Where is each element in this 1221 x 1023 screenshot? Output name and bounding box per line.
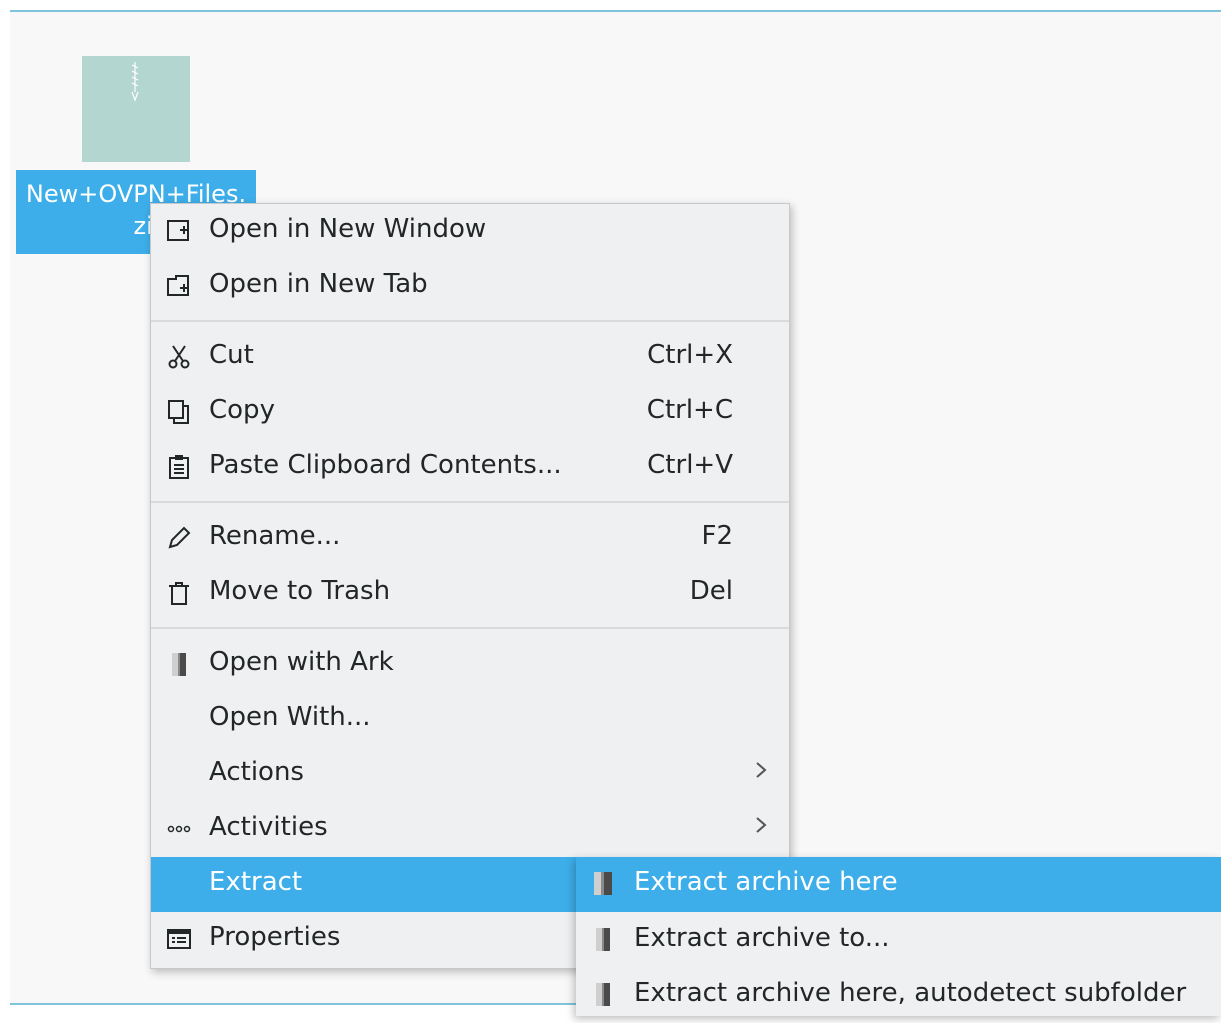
trash-icon <box>165 579 193 607</box>
chevron-right-icon <box>753 757 769 790</box>
activities-icon <box>165 815 193 843</box>
pencil-icon <box>165 524 193 552</box>
menu-separator <box>151 627 789 629</box>
menu-separator <box>151 501 789 503</box>
menu-item-label: Properties <box>209 922 341 952</box>
menu-item-cut[interactable]: Cut Ctrl+X <box>151 330 789 385</box>
menu-item-shortcut: Ctrl+X <box>647 340 733 370</box>
submenu-item-label: Extract archive here <box>634 867 898 897</box>
new-tab-icon <box>165 272 193 300</box>
menu-item-open-with[interactable]: Open With... <box>151 692 789 747</box>
chevron-right-icon <box>753 812 769 845</box>
menu-item-rename[interactable]: Rename... F2 <box>151 511 789 566</box>
menu-item-open-new-window[interactable]: Open in New Window <box>151 204 789 259</box>
menu-item-shortcut: Del <box>689 576 733 606</box>
zipper-icon <box>131 62 139 102</box>
submenu-item-extract-here[interactable]: Extract archive here <box>576 857 1221 912</box>
submenu-item-label: Extract archive here, autodetect subfold… <box>634 978 1187 1008</box>
menu-item-label: Activities <box>209 812 328 842</box>
ark-icon <box>590 926 618 954</box>
ark-icon <box>590 981 618 1009</box>
zip-archive-icon[interactable] <box>82 56 190 162</box>
menu-item-open-with-ark[interactable]: Open with Ark <box>151 637 789 692</box>
copy-icon <box>165 398 193 426</box>
menu-item-label: Open in New Tab <box>209 269 428 299</box>
menu-item-copy[interactable]: Copy Ctrl+C <box>151 385 789 440</box>
menu-item-shortcut: Ctrl+V <box>647 450 733 480</box>
submenu-item-extract-autodetect[interactable]: Extract archive here, autodetect subfold… <box>576 968 1221 1023</box>
extract-submenu: Extract archive here Extract archive to.… <box>576 857 1221 1016</box>
menu-item-move-to-trash[interactable]: Move to Trash Del <box>151 566 789 621</box>
menu-item-label: Rename... <box>209 521 341 551</box>
properties-icon <box>165 925 193 953</box>
menu-item-label: Paste Clipboard Contents... <box>209 450 562 480</box>
menu-item-label: Copy <box>209 395 275 425</box>
menu-item-label: Open with Ark <box>209 647 394 677</box>
new-window-icon <box>165 217 193 245</box>
clipboard-icon <box>165 453 193 481</box>
submenu-item-extract-to[interactable]: Extract archive to... <box>576 913 1221 968</box>
ark-icon <box>590 870 618 898</box>
ark-icon <box>165 650 193 678</box>
desktop-divider <box>10 1003 580 1005</box>
menu-item-label: Open in New Window <box>209 214 487 244</box>
menu-item-label: Open With... <box>209 702 371 732</box>
menu-item-activities[interactable]: Activities <box>151 802 789 857</box>
context-menu: Open in New Window Open in New Tab Cut C… <box>150 203 790 969</box>
menu-separator <box>151 320 789 322</box>
menu-item-label: Cut <box>209 340 254 370</box>
menu-item-open-new-tab[interactable]: Open in New Tab <box>151 259 789 314</box>
menu-item-label: Move to Trash <box>209 576 391 606</box>
scissors-icon <box>165 343 193 371</box>
menu-item-paste[interactable]: Paste Clipboard Contents... Ctrl+V <box>151 440 789 495</box>
menu-item-shortcut: Ctrl+C <box>646 395 733 425</box>
menu-item-actions[interactable]: Actions <box>151 747 789 802</box>
menu-item-label: Extract <box>209 867 303 897</box>
menu-item-label: Actions <box>209 757 304 787</box>
menu-item-shortcut: F2 <box>701 521 734 551</box>
submenu-item-label: Extract archive to... <box>634 923 890 953</box>
